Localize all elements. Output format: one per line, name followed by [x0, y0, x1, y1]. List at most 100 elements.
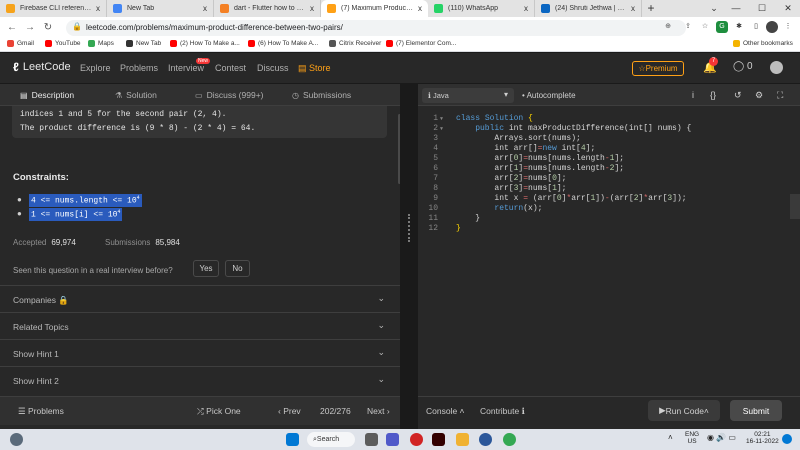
browser-menu-icon[interactable]: ⋮	[782, 21, 794, 33]
no-button[interactable]: No	[225, 260, 250, 277]
browser-tab[interactable]: New Tab x	[107, 0, 214, 17]
chrome-icon[interactable]	[503, 433, 516, 446]
code-line: 6 arr[1]=nums[nums.length-2];	[418, 164, 800, 174]
bookmark-item[interactable]: Citrix Receiver	[329, 40, 381, 47]
coins-count: 0	[746, 61, 753, 72]
close-tab-icon[interactable]: x	[631, 4, 635, 13]
section-hint-1[interactable]: Show Hint 1 ⌄	[0, 339, 400, 366]
fullscreen-icon[interactable]: ⛶	[777, 90, 783, 101]
run-code-button[interactable]: ▶ Run Code ˄	[648, 400, 720, 421]
bookmark-item[interactable]: Gmail	[7, 40, 34, 47]
info-icon[interactable]: i	[692, 90, 694, 100]
opera-icon[interactable]	[410, 433, 423, 446]
browser-tab[interactable]: (24) Shruti Jethwa | LinkedI x	[535, 0, 642, 17]
nav-contest[interactable]: Contest	[215, 63, 246, 73]
reset-icon[interactable]: ↺	[734, 90, 742, 101]
browser-tab[interactable]: Firebase CLI reference | Fir x	[0, 0, 107, 17]
panel-splitter[interactable]	[403, 84, 415, 429]
close-tab-icon[interactable]: x	[203, 4, 207, 13]
tab-description[interactable]: ▤ Description	[20, 90, 74, 100]
file-explorer-icon[interactable]	[456, 433, 469, 446]
next-button[interactable]: Next ›	[367, 406, 390, 416]
tray-chevron-icon[interactable]: ˄	[668, 433, 673, 442]
forward-icon[interactable]: →	[22, 20, 38, 35]
zoom-icon[interactable]: ⊕	[662, 21, 674, 33]
bookmark-item[interactable]: (7) Elementor Com...	[386, 40, 456, 47]
settings-icon[interactable]: ⚙	[755, 90, 763, 101]
bookmark-item[interactable]: New Tab	[126, 40, 161, 47]
weather-icon[interactable]	[10, 433, 23, 446]
fold-toggle-icon[interactable]: ▼	[440, 124, 443, 134]
autocomplete-toggle[interactable]: • Autocomplete	[522, 91, 576, 100]
chat-icon[interactable]	[386, 433, 399, 446]
code-area[interactable]: 1 ▼ class Solution {2 ▼ public int maxProdu…	[418, 114, 800, 234]
task-view-icon[interactable]	[365, 433, 378, 446]
yes-button[interactable]: Yes	[193, 260, 219, 277]
editor-scrollbar[interactable]	[790, 194, 800, 219]
bookmark-item[interactable]: (6) How To Make A...	[248, 40, 318, 47]
code-text: return(x);	[494, 204, 543, 213]
info-icon: ℹ	[519, 406, 525, 416]
app-icon[interactable]	[479, 433, 492, 446]
url-bar[interactable]: 🔒 leetcode.com/problems/maximum-product-…	[66, 20, 686, 36]
leetcode-logo-icon: ℓ	[13, 60, 19, 74]
windows-start-icon[interactable]	[286, 433, 299, 446]
contribute-link[interactable]: Contribute ℹ	[480, 406, 525, 417]
bookmark-item[interactable]: (2) How To Make a...	[170, 40, 240, 47]
leetcode-logo[interactable]: ℓ LeetCode	[13, 60, 71, 74]
bookmark-star-icon[interactable]: ☆	[699, 21, 711, 33]
nav-problems[interactable]: Problems	[120, 63, 158, 73]
nav-interview[interactable]: Interview	[168, 63, 204, 73]
clock[interactable]: 02:21 16-11-2022	[746, 431, 779, 445]
bookmark-item[interactable]: YouTube	[45, 40, 81, 47]
console-toggle[interactable]: Console ˄	[426, 406, 465, 416]
problems-list-button[interactable]: ☰ Problems	[18, 406, 64, 417]
reload-icon[interactable]: ↻	[40, 20, 56, 35]
notification-icon[interactable]	[782, 434, 792, 444]
bookmark-item[interactable]: Maps	[88, 40, 114, 47]
drag-handle-icon[interactable]	[408, 214, 410, 242]
close-window-button[interactable]: ✕	[774, 0, 800, 17]
user-avatar[interactable]	[770, 61, 783, 74]
line-number: 2	[433, 124, 438, 133]
profile-avatar[interactable]	[766, 21, 778, 33]
maximize-button[interactable]: ☐	[748, 0, 776, 17]
language-indicator[interactable]: ENG US	[685, 431, 699, 445]
extensions-puzzle-icon[interactable]: ✱	[733, 21, 745, 33]
fold-toggle-icon[interactable]: ▼	[440, 114, 443, 124]
prev-button[interactable]: ‹ Prev	[278, 406, 301, 416]
taskbar-search[interactable]: ⌕ Search	[307, 432, 355, 447]
extension-icon[interactable]: G	[716, 21, 728, 33]
tab-discuss[interactable]: ▭ Discuss (999+)	[195, 90, 264, 100]
braces-icon[interactable]: {}	[710, 90, 716, 100]
coins-indicator[interactable]: ◯ 0	[733, 61, 753, 72]
description-scrollbar[interactable]	[398, 114, 400, 184]
tab-submissions[interactable]: ◷ Submissions	[292, 90, 351, 100]
section-related-topics[interactable]: Related Topics ⌄	[0, 312, 400, 339]
illustrator-icon[interactable]	[432, 433, 445, 446]
nav-discuss[interactable]: Discuss	[257, 63, 289, 73]
other-bookmarks[interactable]: Other bookmarks	[733, 40, 793, 47]
premium-button[interactable]: ☆ Premium	[632, 61, 684, 76]
tab-solution[interactable]: ⚗ Solution	[115, 90, 157, 100]
close-tab-icon[interactable]: x	[96, 4, 100, 13]
share-icon[interactable]: ⇪	[682, 21, 694, 33]
minimize-button[interactable]: —	[722, 0, 750, 17]
section-companies[interactable]: Companies 🔒 ⌄	[0, 285, 400, 312]
close-tab-icon[interactable]: x	[418, 4, 422, 13]
nav-store[interactable]: ▤ Store	[298, 63, 331, 74]
new-tab-button[interactable]: +	[642, 0, 660, 17]
back-icon[interactable]: ←	[4, 20, 20, 35]
close-tab-icon[interactable]: x	[524, 4, 528, 13]
language-select[interactable]: ℹ Java ▾	[422, 88, 514, 103]
submit-button[interactable]: Submit	[730, 400, 782, 421]
pick-one-button[interactable]: ⤮ Pick One	[197, 406, 241, 417]
close-tab-icon[interactable]: x	[310, 4, 314, 13]
side-panel-icon[interactable]: ▯	[750, 21, 762, 33]
browser-tab[interactable]: (7) Maximum Product Diffe x	[321, 0, 428, 17]
browser-tab[interactable]: dart - Flutter how to progr x	[214, 0, 321, 17]
section-hint-2[interactable]: Show Hint 2 ⌄	[0, 366, 400, 393]
nav-explore[interactable]: Explore	[80, 63, 111, 73]
browser-tab[interactable]: (110) WhatsApp x	[428, 0, 535, 17]
wifi-icon[interactable]: ◉ 🔊 ▭	[707, 433, 736, 442]
